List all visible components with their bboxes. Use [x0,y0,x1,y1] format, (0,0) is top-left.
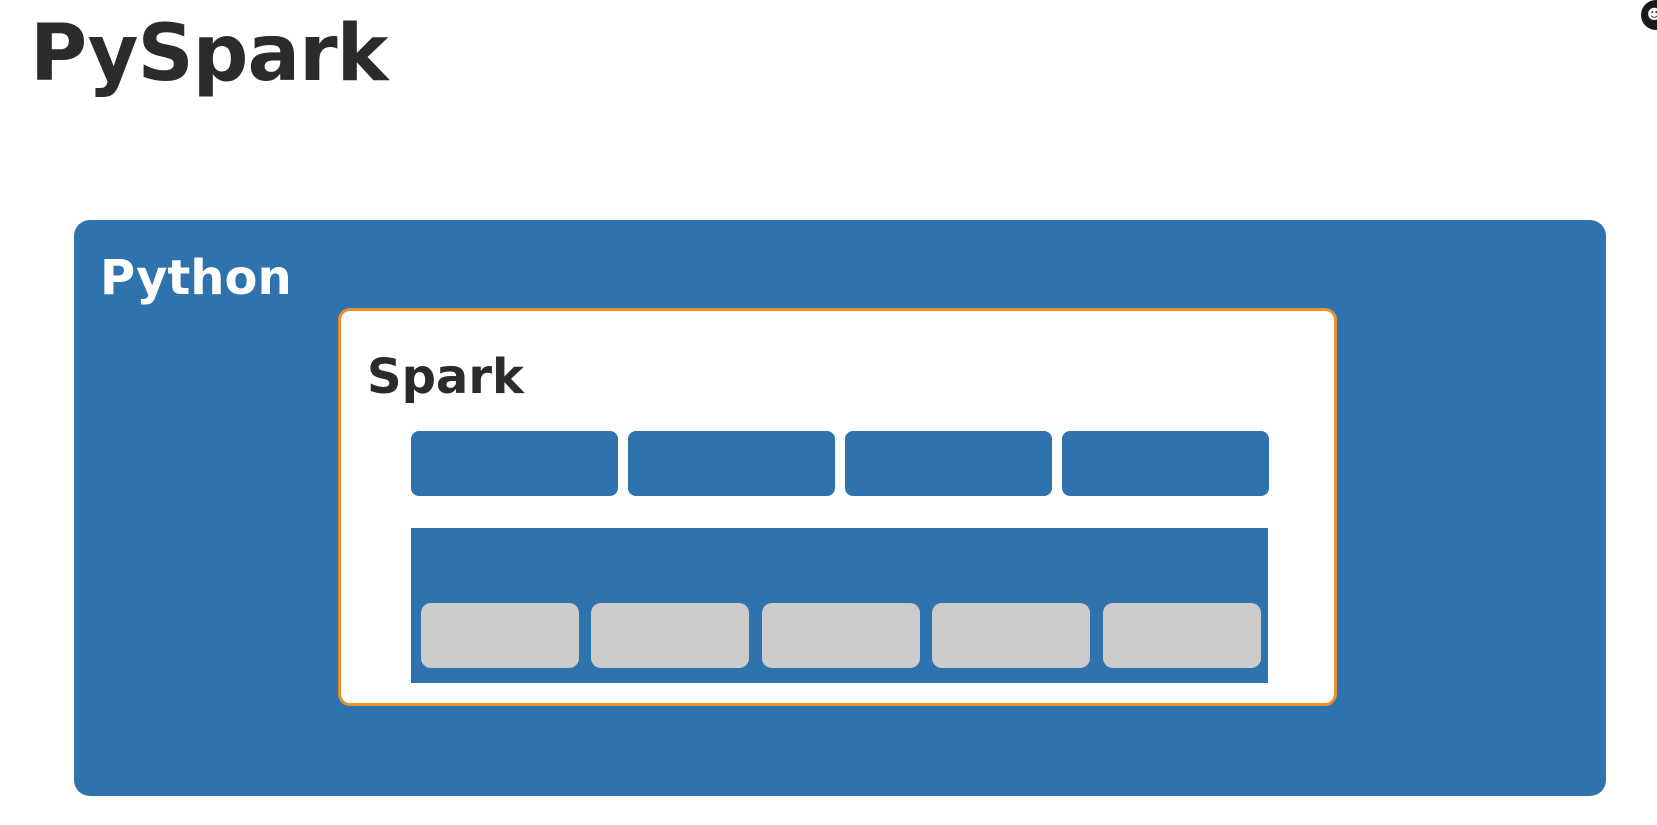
spark-box: Spark [338,308,1337,706]
slide-title: PySpark [30,9,388,99]
spark-top-block-2 [628,431,835,496]
spark-bottom-block-1 [421,603,579,668]
spark-top-block-4 [1062,431,1269,496]
spark-bottom-block-5 [1103,603,1261,668]
python-label: Python [100,250,292,306]
spark-top-block-3 [845,431,1052,496]
user-icon[interactable]: ☻ [1641,0,1657,30]
spark-bottom-block-2 [591,603,749,668]
spark-top-block-1 [411,431,618,496]
python-box: Python Spark [74,220,1606,796]
spark-label: Spark [367,349,524,405]
spark-bottom-bar [411,528,1268,683]
spark-bottom-block-4 [932,603,1090,668]
spark-bottom-block-3 [762,603,920,668]
